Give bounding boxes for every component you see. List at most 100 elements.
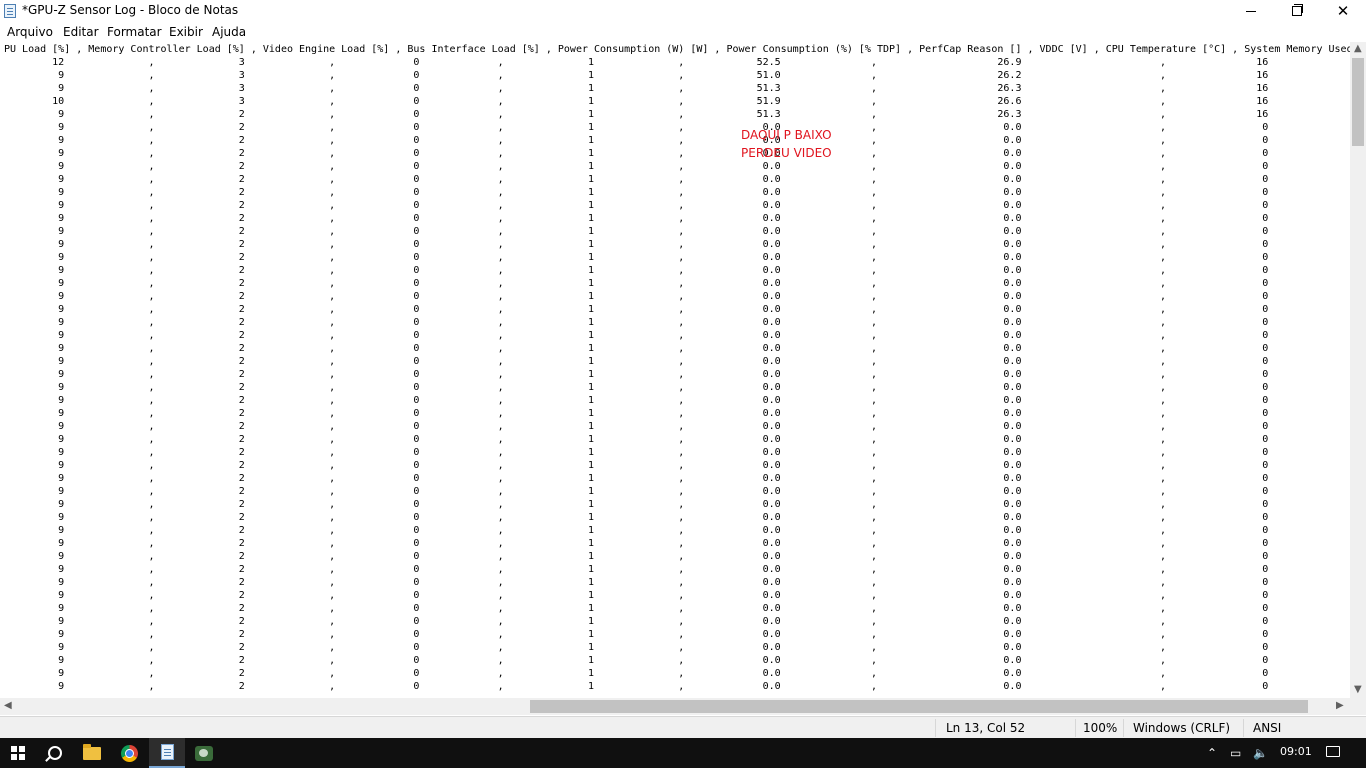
log-row: 9 , 2 , 0 , 1 , 51.3 , 26.3 , 16: [58, 109, 1269, 120]
notepad-icon: [4, 4, 16, 18]
windows-start-icon: [11, 746, 25, 760]
log-row: 10 , 3 , 0 , 1 , 51.9 , 26.6 , 16: [52, 96, 1269, 107]
title-bar: *GPU-Z Sensor Log - Bloco de Notas ✕: [0, 0, 1366, 22]
log-row: 9 , 2 , 0 , 1 , 0.0 , 0.0 , 0: [58, 200, 1269, 211]
maximize-button[interactable]: [1274, 0, 1320, 22]
search-button[interactable]: [37, 738, 73, 768]
zoom-level: 100%: [1083, 721, 1118, 735]
log-row: 9 , 2 , 0 , 1 , 0.0 , 0.0 , 0: [58, 473, 1269, 484]
restore-icon: [1292, 4, 1303, 16]
file-explorer-icon: [83, 743, 101, 760]
status-divider: [1075, 719, 1076, 737]
scroll-down-icon[interactable]: ▼: [1354, 685, 1362, 695]
log-row: 9 , 2 , 0 , 1 , 0.0 , 0.0 , 0: [58, 460, 1269, 471]
menu-ajuda[interactable]: Ajuda: [212, 25, 246, 39]
log-row: 9 , 2 , 0 , 1 , 0.0 , 0.0 , 0: [58, 239, 1269, 250]
log-row: 9 , 2 , 0 , 1 , 0.0 , 0.0 , 0: [58, 564, 1269, 575]
log-row: 9 , 2 , 0 , 1 , 0.0 , 0.0 , 0: [58, 512, 1269, 523]
log-row: 9 , 2 , 0 , 1 , 0.0 , 0.0 , 0: [58, 681, 1269, 692]
line-ending: Windows (CRLF): [1133, 721, 1231, 735]
log-row: 9 , 2 , 0 , 1 , 0.0 , 0.0 , 0: [58, 174, 1269, 185]
log-row: 9 , 2 , 0 , 1 , 0.0 , 0.0 , 0: [58, 122, 1269, 133]
log-row: 9 , 2 , 0 , 1 , 0.0 , 0.0 , 0: [58, 135, 1269, 146]
cursor-position: Ln 13, Col 52: [946, 721, 1026, 735]
chrome-icon: [120, 744, 138, 762]
log-row: 9 , 2 , 0 , 1 , 0.0 , 0.0 , 0: [58, 395, 1269, 406]
log-row: 9 , 3 , 0 , 1 , 51.0 , 26.2 , 16: [58, 70, 1269, 81]
file-explorer-button[interactable]: [74, 738, 110, 768]
menu-formatar[interactable]: Formatar: [107, 25, 162, 39]
close-icon: ✕: [1336, 1, 1350, 20]
horizontal-scroll-thumb[interactable]: [530, 700, 1308, 713]
log-header-line: PU Load [%] , Memory Controller Load [%]…: [4, 44, 1350, 55]
log-row: 9 , 2 , 0 , 1 , 0.0 , 0.0 , 0: [58, 421, 1269, 432]
vertical-scroll-thumb[interactable]: [1352, 58, 1364, 146]
log-row: 9 , 2 , 0 , 1 , 0.0 , 0.0 , 0: [58, 148, 1269, 159]
log-row: 12 , 3 , 0 , 1 , 52.5 , 26.9 , 16: [52, 57, 1269, 68]
log-row: 9 , 2 , 0 , 1 , 0.0 , 0.0 , 0: [58, 629, 1269, 640]
close-button[interactable]: ✕: [1320, 0, 1366, 22]
taskbar: ⌃ ▭ 🔈 09:01: [0, 738, 1366, 768]
log-row: 9 , 2 , 0 , 1 , 0.0 , 0.0 , 0: [58, 252, 1269, 263]
log-row: 9 , 2 , 0 , 1 , 0.0 , 0.0 , 0: [58, 317, 1269, 328]
notepad-icon: [160, 744, 174, 760]
encoding: ANSI: [1253, 721, 1282, 735]
log-row: 9 , 2 , 0 , 1 , 0.0 , 0.0 , 0: [58, 382, 1269, 393]
search-icon: [48, 746, 62, 760]
log-row: 9 , 2 , 0 , 1 , 0.0 , 0.0 , 0: [58, 616, 1269, 627]
start-button[interactable]: [0, 738, 36, 768]
log-row: 9 , 2 , 0 , 1 , 0.0 , 0.0 , 0: [58, 642, 1269, 653]
log-row: 9 , 2 , 0 , 1 , 0.0 , 0.0 , 0: [58, 668, 1269, 679]
log-row: 9 , 2 , 0 , 1 , 0.0 , 0.0 , 0: [58, 499, 1269, 510]
log-row: 9 , 2 , 0 , 1 , 0.0 , 0.0 , 0: [58, 577, 1269, 588]
volume-muted-icon[interactable]: 🔈: [1253, 746, 1268, 760]
window-title: *GPU-Z Sensor Log - Bloco de Notas: [22, 3, 239, 17]
log-row: 9 , 2 , 0 , 1 , 0.0 , 0.0 , 0: [58, 304, 1269, 315]
chrome-button[interactable]: [111, 738, 147, 768]
status-divider: [1123, 719, 1124, 737]
log-row: 9 , 2 , 0 , 1 , 0.0 , 0.0 , 0: [58, 265, 1269, 276]
scrollbar-corner: [1350, 698, 1366, 715]
log-row: 9 , 3 , 0 , 1 , 51.3 , 26.3 , 16: [58, 83, 1269, 94]
annotation-line-2: PERDEU VIDEO: [741, 146, 832, 160]
log-row: 9 , 2 , 0 , 1 , 0.0 , 0.0 , 0: [58, 356, 1269, 367]
menu-bar: Arquivo Editar Formatar Exibir Ajuda: [0, 23, 1366, 42]
status-divider: [1243, 719, 1244, 737]
scroll-right-icon[interactable]: ▶: [1336, 701, 1344, 711]
log-row: 9 , 2 , 0 , 1 , 0.0 , 0.0 , 0: [58, 551, 1269, 562]
network-icon[interactable]: ▭: [1230, 746, 1241, 760]
annotation-line-1: DAQUI P BAIXO: [741, 128, 832, 142]
log-row: 9 , 2 , 0 , 1 , 0.0 , 0.0 , 0: [58, 161, 1269, 172]
gpu-z-taskbar-button[interactable]: [186, 738, 222, 768]
minimize-button[interactable]: [1228, 0, 1274, 22]
menu-editar[interactable]: Editar: [63, 25, 99, 39]
log-row: 9 , 2 , 0 , 1 , 0.0 , 0.0 , 0: [58, 187, 1269, 198]
log-row: 9 , 2 , 0 , 1 , 0.0 , 0.0 , 0: [58, 655, 1269, 666]
scroll-left-icon[interactable]: ◀: [4, 701, 12, 711]
menu-arquivo[interactable]: Arquivo: [7, 25, 53, 39]
log-row: 9 , 2 , 0 , 1 , 0.0 , 0.0 , 0: [58, 447, 1269, 458]
log-row: 9 , 2 , 0 , 1 , 0.0 , 0.0 , 0: [58, 226, 1269, 237]
status-divider: [935, 719, 936, 737]
status-bar: Ln 13, Col 52 100% Windows (CRLF) ANSI: [0, 716, 1366, 738]
clock[interactable]: 09:01: [1280, 745, 1312, 758]
chevron-up-icon[interactable]: ⌃: [1207, 746, 1217, 760]
log-row: 9 , 2 , 0 , 1 , 0.0 , 0.0 , 0: [58, 278, 1269, 289]
log-row: 9 , 2 , 0 , 1 , 0.0 , 0.0 , 0: [58, 369, 1269, 380]
log-row: 9 , 2 , 0 , 1 , 0.0 , 0.0 , 0: [58, 213, 1269, 224]
gpu-z-icon: [195, 745, 213, 761]
notifications-icon[interactable]: [1326, 746, 1340, 757]
log-row: 9 , 2 , 0 , 1 , 0.0 , 0.0 , 0: [58, 291, 1269, 302]
log-row: 9 , 2 , 0 , 1 , 0.0 , 0.0 , 0: [58, 408, 1269, 419]
text-editor[interactable]: PU Load [%] , Memory Controller Load [%]…: [0, 42, 1350, 698]
scroll-up-icon[interactable]: ▲: [1354, 44, 1362, 54]
log-row: 9 , 2 , 0 , 1 , 0.0 , 0.0 , 0: [58, 590, 1269, 601]
log-row: 9 , 2 , 0 , 1 , 0.0 , 0.0 , 0: [58, 538, 1269, 549]
log-row: 9 , 2 , 0 , 1 , 0.0 , 0.0 , 0: [58, 330, 1269, 341]
log-row: 9 , 2 , 0 , 1 , 0.0 , 0.0 , 0: [58, 434, 1269, 445]
log-row: 9 , 2 , 0 , 1 , 0.0 , 0.0 , 0: [58, 525, 1269, 536]
log-row: 9 , 2 , 0 , 1 , 0.0 , 0.0 , 0: [58, 486, 1269, 497]
log-row: 9 , 2 , 0 , 1 , 0.0 , 0.0 , 0: [58, 343, 1269, 354]
menu-exibir[interactable]: Exibir: [169, 25, 203, 39]
notepad-taskbar-button[interactable]: [149, 738, 185, 768]
